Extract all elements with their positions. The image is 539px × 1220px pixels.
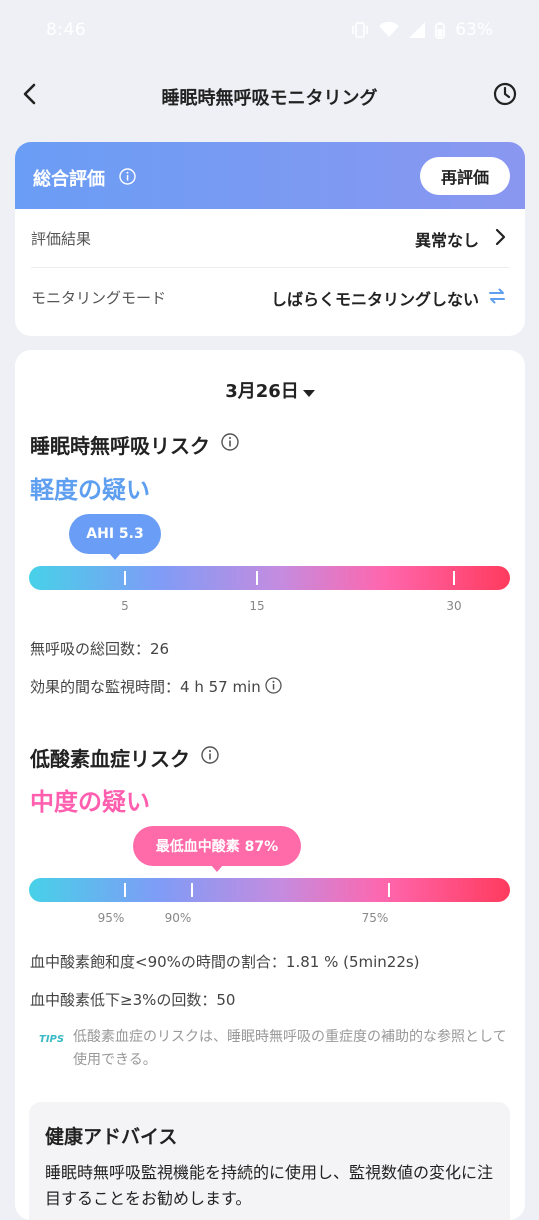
min-oxygen-bubble: 最低血中酸素 87% <box>133 826 301 866</box>
evaluation-result-row[interactable]: 評価結果 異常なし <box>31 209 509 268</box>
battery-percent: 63% <box>455 20 493 40</box>
hypoxemia-tick <box>388 883 390 897</box>
ahi-bubble: AHI 5.3 <box>69 514 161 554</box>
mode-value: しばらくモニタリングしない <box>270 290 479 309</box>
monitoring-mode-row[interactable]: モニタリングモード しばらくモニタリングしない <box>31 268 509 326</box>
info-icon[interactable] <box>265 677 282 698</box>
result-label: 評価結果 <box>31 230 92 248</box>
health-advice-box: 健康アドバイス 睡眠時無呼吸監視機能を持続的に使用し、監視数値の変化に注目するこ… <box>29 1102 510 1220</box>
wifi-icon <box>379 22 400 38</box>
apnea-total-count: 無呼吸の総回数：26 <box>30 640 170 658</box>
result-value: 異常なし <box>414 231 479 250</box>
status-bar: 8:46 63% <box>0 0 539 62</box>
mode-label: モニタリングモード <box>31 289 167 307</box>
hypoxemia-tick <box>124 883 126 897</box>
apnea-tick <box>256 571 258 585</box>
signal-icon <box>409 22 426 38</box>
evaluation-title: 総合評価 <box>33 169 105 190</box>
apnea-risk-title: 睡眠時無呼吸リスク <box>30 434 210 458</box>
battery-icon <box>435 21 445 39</box>
reevaluate-button[interactable]: 再評価 <box>420 157 510 195</box>
oxygen-drop-count: 血中酸素低下≥3%の回数：50 <box>30 991 236 1009</box>
hypoxemia-tick <box>191 883 193 897</box>
apnea-tick-label: 30 <box>446 599 462 613</box>
monitoring-time-row: 効果的間な監視時間：4 h 57 min <box>30 676 282 698</box>
health-advice-title: 健康アドバイス <box>45 1126 178 1148</box>
apnea-tick-label: 5 <box>121 599 129 613</box>
hypoxemia-tick-label: 95% <box>97 911 125 925</box>
status-time: 8:46 <box>46 20 87 40</box>
status-icons: 63% <box>351 20 493 40</box>
hypoxemia-tick-label: 75% <box>361 911 389 925</box>
report-card: 3月26日 睡眠時無呼吸リスク 軽度の疑い AHI 5.3 5 15 30 無呼… <box>15 350 525 1220</box>
tips-badge: TIPS <box>39 1034 65 1045</box>
hypoxemia-tick-label: 90% <box>164 911 192 925</box>
apnea-risk-level: 軽度の疑い <box>30 476 150 504</box>
chevron-right-icon <box>493 228 507 250</box>
apnea-tick-label: 15 <box>249 599 265 613</box>
tips-text: 低酸素血症のリスクは、睡眠時無呼吸の重症度の補助的な参照として使用できる。 <box>73 1029 507 1068</box>
hypoxemia-risk-bar <box>29 878 510 902</box>
ahi-bubble-tail <box>109 553 121 560</box>
vibrate-icon <box>351 22 369 38</box>
history-button[interactable] <box>487 76 523 112</box>
date-selector[interactable]: 3月26日 <box>15 377 525 403</box>
evaluation-header: 総合評価 再評価 <box>15 142 525 209</box>
page-title: 睡眠時無呼吸モニタリング <box>161 88 378 109</box>
health-advice-text: 睡眠時無呼吸監視機能を持続的に使用し、監視数値の変化に注目することをお勧めします… <box>45 1163 494 1208</box>
min-oxygen-bubble-tail <box>211 865 223 872</box>
apnea-tick <box>453 571 455 585</box>
evaluation-card: 総合評価 再評価 評価結果 異常なし モニタリングモード しばらくモニタリングし… <box>15 142 525 336</box>
apnea-risk-bar <box>29 566 510 590</box>
clock-icon <box>493 82 517 106</box>
date-label: 3月26日 <box>225 381 299 402</box>
app-bar: 睡眠時無呼吸モニタリング <box>0 62 539 128</box>
info-icon[interactable] <box>221 433 239 455</box>
apnea-tick <box>124 571 126 585</box>
hypoxemia-risk-level: 中度の疑い <box>30 788 150 816</box>
hypoxemia-risk-title: 低酸素血症リスク <box>30 747 190 771</box>
low-oxygen-time-ratio: 血中酸素飽和度<90%の時間の割合：1.81 % (5min22s) <box>30 953 420 971</box>
caret-down-icon <box>302 382 315 403</box>
info-icon[interactable] <box>119 168 136 189</box>
info-icon[interactable] <box>201 746 219 768</box>
monitoring-time: 効果的間な監視時間：4 h 57 min <box>30 678 261 696</box>
switch-icon[interactable] <box>487 287 507 309</box>
